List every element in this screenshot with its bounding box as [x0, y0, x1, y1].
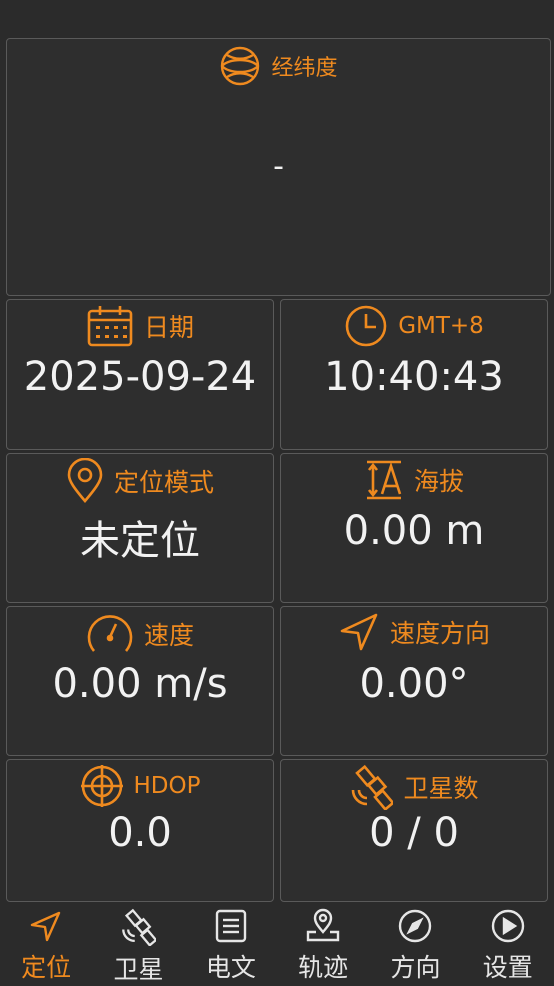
heading-card: 速度方向 0.00°	[280, 606, 548, 756]
speed-label: 速度	[143, 621, 194, 650]
latlon-value: -	[273, 149, 284, 184]
heading-header: 速度方向	[281, 611, 547, 653]
speedometer-icon	[86, 611, 134, 657]
altitude-value: 0.00 m	[343, 508, 485, 554]
latlon-header: 经纬度	[7, 45, 550, 87]
speed-card: 速度 0.00 m/s	[6, 606, 274, 756]
hdop-label: HDOP	[133, 773, 201, 799]
nav-item-positioning[interactable]: 定位	[0, 904, 92, 984]
document-icon	[214, 908, 248, 944]
map-pin-icon	[304, 908, 342, 944]
satellites-label: 卫星数	[403, 774, 479, 803]
satellites-header: 卫星数	[281, 764, 547, 810]
altitude-icon	[364, 458, 404, 502]
clock-icon	[344, 304, 388, 348]
crosshair-icon	[80, 764, 124, 808]
nav-label-direction: 方向	[390, 953, 441, 982]
nav-item-satellites[interactable]: 卫星	[92, 904, 184, 984]
latlon-card: 经纬度 -	[6, 38, 551, 296]
bottom-navigation: 定位 卫星 电文 轨迹 方向 设置	[0, 904, 554, 984]
nav-label-settings: 设置	[482, 953, 533, 982]
navigation-arrow-icon	[29, 908, 63, 944]
satellite-icon	[120, 908, 157, 946]
nav-label-track: 轨迹	[298, 953, 349, 982]
hdop-value: 0.0	[108, 810, 172, 856]
satellites-value: 0 / 0	[369, 810, 459, 856]
compass-icon	[397, 908, 433, 944]
date-header: 日期	[7, 304, 273, 348]
nav-item-messages[interactable]: 电文	[185, 904, 277, 984]
calendar-icon	[86, 304, 134, 348]
location-pin-icon	[66, 458, 104, 504]
hdop-header: HDOP	[7, 764, 273, 808]
fix-mode-card: 定位模式 未定位	[6, 453, 274, 603]
nav-label-positioning: 定位	[21, 953, 72, 982]
speed-value: 0.00 m/s	[52, 661, 228, 707]
satellites-card: 卫星数 0 / 0	[280, 759, 548, 902]
heading-value: 0.00°	[359, 661, 469, 707]
fix-mode-header: 定位模式	[7, 458, 273, 504]
nav-label-satellites: 卫星	[113, 955, 164, 984]
altitude-card: 海拔 0.00 m	[280, 453, 548, 603]
play-circle-icon	[490, 908, 526, 944]
time-label: GMT+8	[398, 313, 484, 339]
satellite-icon	[349, 764, 394, 810]
date-value: 2025-09-24	[23, 354, 257, 400]
globe-icon	[219, 45, 261, 87]
nav-item-track[interactable]: 轨迹	[277, 904, 369, 984]
fix-mode-label: 定位模式	[113, 468, 214, 497]
altitude-header: 海拔	[281, 458, 547, 502]
date-card: 日期 2025-09-24	[6, 299, 274, 450]
nav-item-direction[interactable]: 方向	[369, 904, 461, 984]
time-value: 10:40:43	[324, 354, 504, 400]
hdop-card: HDOP 0.0	[6, 759, 274, 902]
nav-label-messages: 电文	[205, 953, 256, 982]
heading-label: 速度方向	[389, 619, 490, 648]
date-label: 日期	[143, 313, 194, 342]
nav-item-settings[interactable]: 设置	[462, 904, 554, 984]
fix-mode-value: 未定位	[80, 518, 200, 564]
altitude-label: 海拔	[413, 467, 464, 496]
time-card: GMT+8 10:40:43	[280, 299, 548, 450]
latlon-label: 经纬度	[271, 56, 338, 81]
speed-header: 速度	[7, 611, 273, 657]
navigation-arrow-icon	[338, 611, 380, 653]
time-header: GMT+8	[281, 304, 547, 348]
